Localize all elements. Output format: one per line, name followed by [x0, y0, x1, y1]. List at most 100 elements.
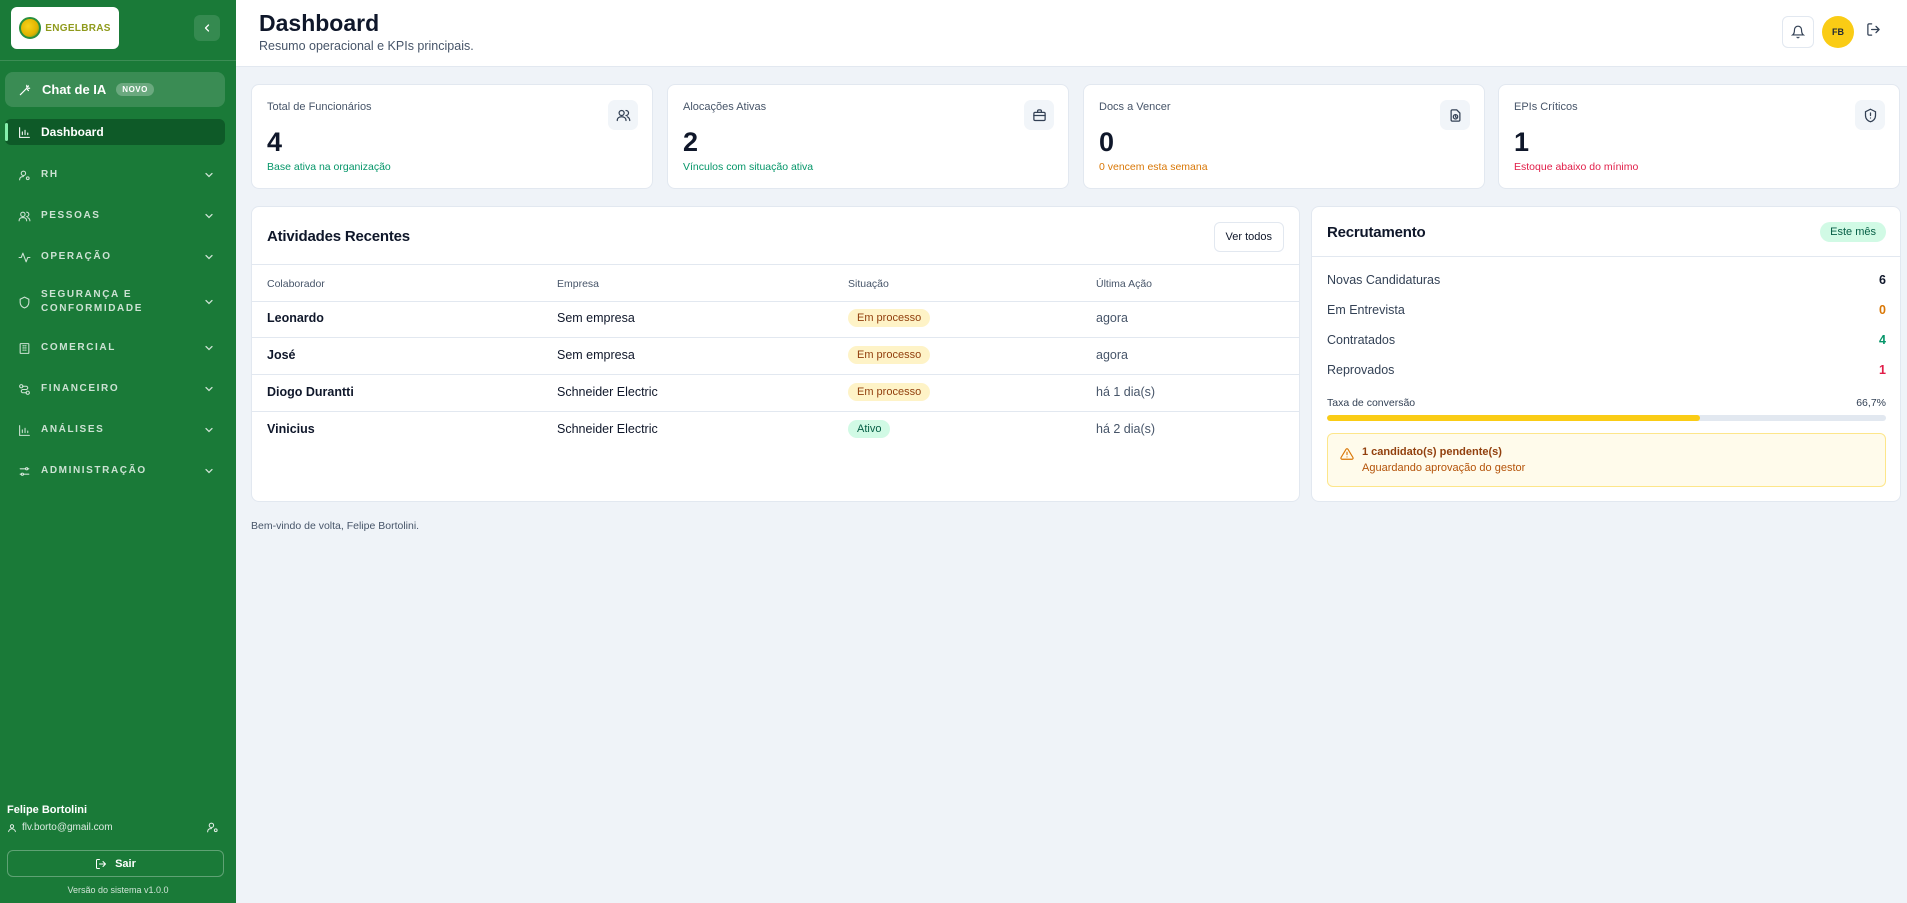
sidebar-user-name: Felipe Bortolini: [7, 804, 88, 816]
sidebar-group-analises[interactable]: ANÁLISES: [5, 417, 225, 443]
logout-label: Sair: [115, 857, 136, 870]
alert-subtitle: Aguardando aprovação do gestor: [1362, 462, 1526, 474]
stat-value: 1: [1879, 363, 1886, 377]
kpi-label: EPIs Críticos: [1514, 101, 1578, 113]
sidebar-group-seguranca-conformidade[interactable]: SEGURANÇA E CONFORMIDADE: [5, 285, 225, 319]
sidebar-group-financeiro[interactable]: FINANCEIRO: [5, 376, 225, 402]
logout-button[interactable]: Sair: [7, 850, 224, 877]
user-icon: [8, 823, 16, 832]
table-row[interactable]: Leonardo Sem empresa Em processo agora: [252, 301, 1299, 337]
recruitment-card: Recrutamento Este mês Novas Candidaturas…: [1311, 206, 1901, 502]
stat-value: 0: [1879, 303, 1886, 317]
sidebar-group-pessoas[interactable]: PESSOAS: [5, 203, 225, 229]
cell-situacao: Em processo: [848, 309, 931, 327]
conversion-rate-row: Taxa de conversão 66,7%: [1327, 397, 1886, 409]
sliders-icon: [19, 466, 30, 476]
user-gear-icon: [19, 170, 30, 180]
cell-ultima-acao: agora: [1096, 348, 1128, 362]
sidebar-user-email: flv.borto@gmail.com: [22, 822, 113, 833]
sidebar-user-email-row: flv.borto@gmail.com: [7, 822, 113, 833]
kpi-subtext: Base ativa na organização: [267, 161, 391, 173]
stat-novas-candidaturas: Novas Candidaturas 6: [1327, 273, 1886, 287]
welcome-message: Bem-vindo de volta, Felipe Bortolini.: [251, 520, 420, 532]
card-title: Recrutamento: [1327, 224, 1426, 241]
table-row[interactable]: Vinicius Schneider Electric Ativo há 2 d…: [252, 412, 1299, 448]
cell-situacao: Em processo: [848, 383, 931, 401]
status-badge: Em processo: [848, 309, 931, 327]
chevron-down-icon: [205, 427, 213, 433]
kpi-value: 2: [683, 127, 699, 157]
sidebar-group-label: OPERAÇÃO: [41, 251, 112, 262]
sidebar-group-administracao[interactable]: ADMINISTRAÇÃO: [5, 458, 225, 484]
chevron-down-icon: [205, 468, 213, 474]
stat-reprovados: Reprovados 1: [1327, 363, 1886, 377]
logout-icon: [1867, 23, 1880, 36]
sidebar-item-chat-ia[interactable]: Chat de IA NOVO: [5, 72, 225, 107]
avatar[interactable]: FB: [1822, 16, 1854, 48]
sidebar-item-label: Dashboard: [41, 125, 104, 139]
chevron-down-icon: [205, 345, 213, 351]
cell-colaborador: Vinicius: [267, 422, 315, 436]
magic-wand-icon: [19, 84, 31, 95]
kpi-subtext: Estoque abaixo do mínimo: [1514, 161, 1639, 173]
user-settings-button[interactable]: [206, 821, 219, 839]
kpi-label: Alocações Ativas: [683, 101, 767, 113]
column-header-colaborador: Colaborador: [267, 278, 325, 290]
sidebar-item-dashboard[interactable]: Dashboard: [5, 119, 225, 145]
column-header-ultima-acao: Última Ação: [1096, 278, 1153, 290]
users-icon: [608, 100, 638, 130]
sidebar: ENGELBRAS Chat de IA NOVO Dashboard RH P…: [0, 0, 236, 903]
sidebar-group-comercial[interactable]: COMERCIAL: [5, 335, 225, 361]
status-badge: Em processo: [848, 346, 931, 364]
logo-text: ENGELBRAS: [45, 22, 111, 34]
table-row[interactable]: José Sem empresa Em processo agora: [252, 338, 1299, 374]
cell-situacao: Em processo: [848, 346, 931, 364]
document-clock-icon: [1440, 100, 1470, 130]
sidebar-item-label: Chat de IA: [42, 82, 107, 97]
cell-colaborador: José: [267, 348, 296, 362]
sidebar-group-label-line-2: CONFORMIDADE: [41, 303, 143, 314]
stat-value: 4: [1879, 333, 1886, 347]
sidebar-group-operacao[interactable]: OPERAÇÃO: [5, 244, 225, 270]
kpi-card-docs-a-vencer: Docs a Vencer 0 0 vencem esta semana: [1083, 84, 1485, 189]
sidebar-group-label: ADMINISTRAÇÃO: [41, 465, 147, 476]
card-title: Atividades Recentes: [267, 228, 410, 245]
cell-empresa: Sem empresa: [557, 311, 635, 325]
cell-colaborador: Diogo Durantti: [267, 385, 354, 399]
cell-empresa: Schneider Electric: [557, 422, 658, 436]
view-all-button[interactable]: Ver todos: [1213, 222, 1284, 252]
top-header: Dashboard Resumo operacional e KPIs prin…: [236, 0, 1907, 67]
kpi-value: 4: [267, 127, 283, 157]
kpi-subtext: Vínculos com situação ativa: [683, 161, 814, 173]
chevron-down-icon: [205, 213, 213, 219]
kpi-card-funcionarios: Total de Funcionários 4 Base ativa na or…: [251, 84, 653, 189]
stat-label: Contratados: [1327, 333, 1396, 347]
cell-ultima-acao: há 1 dia(s): [1096, 385, 1156, 399]
user-gear-icon: [207, 822, 218, 833]
column-header-empresa: Empresa: [557, 278, 600, 290]
table-row[interactable]: Diogo Durantti Schneider Electric Em pro…: [252, 375, 1299, 411]
cell-ultima-acao: agora: [1096, 311, 1128, 325]
users-icon: [18, 211, 31, 221]
kpi-value: 0: [1099, 127, 1115, 157]
notifications-button[interactable]: [1782, 16, 1814, 48]
briefcase-icon: [1024, 100, 1054, 130]
header-logout-button[interactable]: [1866, 22, 1881, 42]
stat-contratados: Contratados 4: [1327, 333, 1886, 347]
pending-candidates-alert[interactable]: 1 candidato(s) pendente(s) Aguardando ap…: [1327, 433, 1886, 487]
cell-empresa: Sem empresa: [557, 348, 635, 362]
alert-title: 1 candidato(s) pendente(s): [1362, 446, 1502, 458]
cell-empresa: Schneider Electric: [557, 385, 658, 399]
collapse-sidebar-button[interactable]: [194, 15, 220, 41]
sidebar-divider: [0, 60, 236, 61]
company-logo[interactable]: ENGELBRAS: [11, 7, 119, 49]
page-title: Dashboard: [259, 10, 380, 36]
kpi-card-epis-criticos: EPIs Críticos 1 Estoque abaixo do mínimo: [1498, 84, 1900, 189]
status-badge: Ativo: [848, 420, 891, 438]
stat-em-entrevista: Em Entrevista 0: [1327, 303, 1886, 317]
sidebar-group-rh[interactable]: RH: [5, 162, 225, 188]
conversion-label: Taxa de conversão: [1327, 397, 1416, 409]
bar-chart-icon: [19, 126, 30, 138]
sidebar-group-label: RH: [41, 169, 59, 180]
sidebar-group-label: ANÁLISES: [41, 424, 105, 435]
